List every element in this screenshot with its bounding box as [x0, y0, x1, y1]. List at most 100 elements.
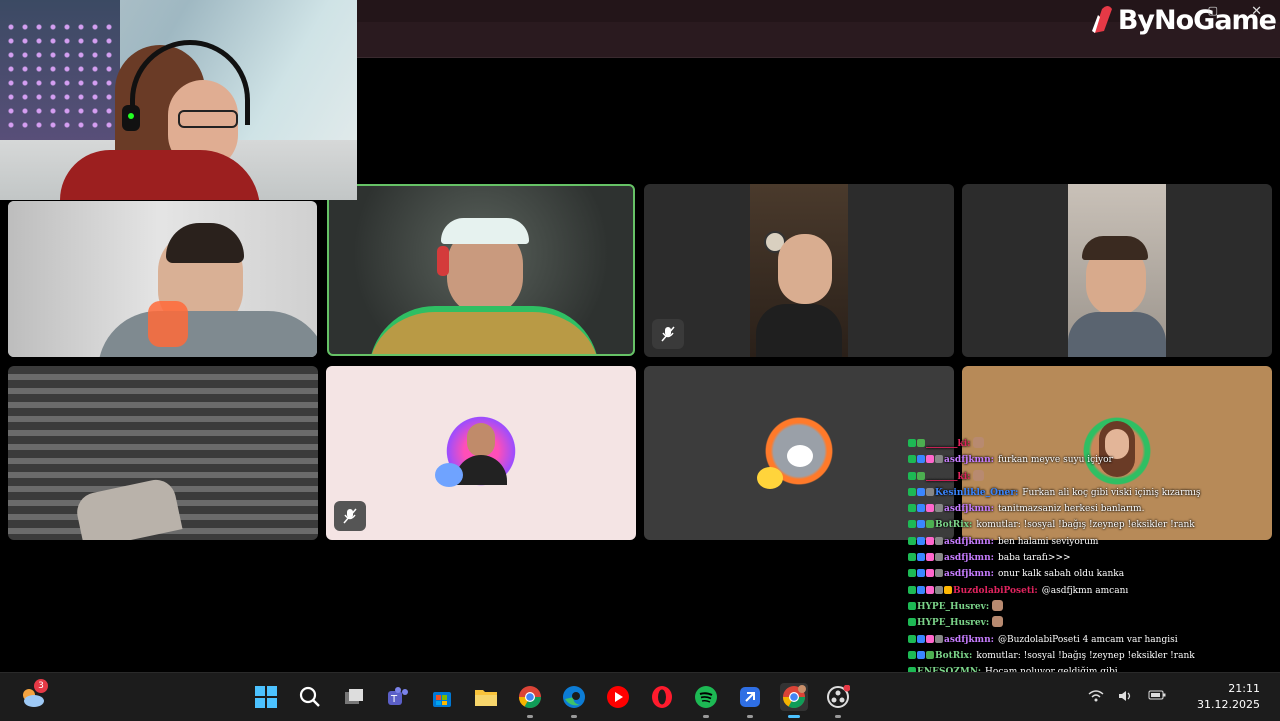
chat-badge-icon	[917, 504, 925, 513]
chat-message: asdfjkmn: ben halami seviyorum	[908, 534, 1280, 550]
video-tile-4[interactable]	[962, 184, 1272, 357]
chat-text: @BuzdolabiPoseti 4 amcam var hangisi	[997, 634, 1178, 645]
headset-earcup	[122, 105, 140, 131]
chat-username: asdfjkmn:	[944, 634, 994, 645]
chat-username: HYPE_Husrev:	[917, 601, 990, 612]
avatar-face	[467, 423, 495, 457]
clock-time: 21:11	[1228, 682, 1260, 695]
chat-badge-icon	[917, 471, 925, 480]
chat-username: asdfjkmn:	[944, 569, 994, 580]
chrome-icon[interactable]	[516, 683, 544, 711]
chat-badge-icon	[926, 487, 934, 496]
chat-badge-icon	[917, 634, 925, 643]
chat-badge-icon	[926, 585, 934, 594]
chat-emote-icon	[992, 616, 1004, 628]
participant-hair	[1082, 236, 1148, 260]
youtube-music-icon[interactable]	[604, 683, 632, 711]
hello-kitty-icon	[787, 445, 813, 467]
windows-start-icon[interactable]	[252, 683, 280, 711]
chat-badge-icon	[908, 601, 916, 610]
participant-shirt	[369, 306, 599, 354]
chat-emote-icon	[973, 469, 985, 481]
chat-badge-icon	[926, 536, 934, 545]
chat-badge-icon	[917, 520, 925, 529]
chat-badge-icon	[926, 504, 934, 513]
chat-username: HYPE_Husrev:	[917, 618, 990, 629]
obs-icon[interactable]	[824, 683, 852, 711]
chat-text: @asdfjkmn amcanı	[1041, 585, 1129, 596]
participant-hair	[166, 223, 244, 263]
chat-username: BotRix:	[935, 520, 973, 531]
chat-badge-icon	[935, 455, 943, 464]
participant-video	[750, 184, 848, 357]
video-tile-6-camera-off[interactable]	[326, 366, 636, 540]
battery-icon[interactable]	[1148, 689, 1166, 706]
system-tray	[1088, 689, 1166, 706]
opera-icon[interactable]	[648, 683, 676, 711]
chat-badge-icon	[944, 585, 952, 594]
chat-badge-icon	[926, 553, 934, 562]
participant-avatar	[435, 411, 521, 491]
running-indicator	[747, 715, 753, 718]
weather-widget-icon[interactable]: 3	[18, 679, 48, 711]
chat-badge-icon	[908, 439, 916, 447]
chat-message: asdfjkmn: furkan meyve suyu içiyor	[908, 452, 1280, 468]
running-indicator	[571, 715, 577, 718]
chat-text: onur kalk sabah oldu kanka	[997, 569, 1125, 580]
search-icon[interactable]	[296, 683, 324, 711]
bynogame-logo-icon	[1088, 5, 1114, 35]
chat-text: tanitmazsaniz herkesi banlarım.	[997, 504, 1145, 515]
chat-badge-icon	[917, 650, 925, 659]
chat-badge-icon	[935, 504, 943, 513]
participant-video	[1068, 184, 1166, 357]
chat-emote-icon	[992, 599, 1004, 611]
chat-badge-icon	[908, 471, 916, 480]
shortcut-app-icon[interactable]	[736, 683, 764, 711]
chat-message: BotRix: komutlar: !sosyal !bağış !zeynep …	[908, 648, 1280, 664]
chat-badge-icon	[917, 536, 925, 545]
chrome-profile-icon[interactable]	[780, 683, 808, 711]
chat-badge-icon	[908, 487, 916, 496]
chat-message: BotRix: komutlar: !sosyal !bağış !zeynep …	[908, 517, 1280, 533]
chat-message: asdfjkmn: onur kalk sabah oldu kanka	[908, 566, 1280, 582]
video-tile-1[interactable]	[8, 201, 317, 357]
maximize-icon[interactable]: ▢	[1208, 4, 1218, 17]
store-icon[interactable]	[428, 683, 456, 711]
headset-icon	[437, 246, 449, 276]
running-indicator	[835, 715, 841, 718]
chat-message: asdfjkmn: tanitmazsaniz herkesi banlarım.	[908, 501, 1280, 517]
chat-message: asdfjkmn: baba tarafı>>>	[908, 550, 1280, 566]
chat-message: asdfjkmn: @BuzdolabiPoseti 4 amcam var ha…	[908, 632, 1280, 648]
chat-message: HYPE_Husrev:	[908, 599, 1280, 615]
task-view-icon[interactable]	[340, 683, 368, 711]
taskbar-clock[interactable]: 21:11 31.12.2025	[1197, 681, 1260, 713]
taskbar: 3 T 21:11 31.12.2025	[0, 672, 1280, 721]
wifi-icon[interactable]	[1088, 689, 1104, 706]
video-tile-2-active-speaker[interactable]	[327, 184, 635, 356]
participant-cup	[148, 301, 188, 347]
file-explorer-icon[interactable]	[472, 683, 500, 711]
spotify-icon[interactable]	[692, 683, 720, 711]
chat-username: BotRix:	[935, 650, 973, 661]
chat-badge-icon	[926, 569, 934, 578]
chat-badge-icon	[908, 536, 916, 545]
chat-badge-icon	[908, 650, 916, 659]
edge-icon[interactable]	[560, 683, 588, 711]
chat-message: BuzdolabiPoseti: @asdfjkmn amcanı	[908, 583, 1280, 599]
video-tile-3[interactable]	[644, 184, 954, 357]
running-indicator	[703, 715, 709, 718]
chat-badge-icon	[908, 504, 916, 513]
avatar-shirt	[455, 455, 507, 485]
active-app-indicator	[788, 715, 800, 718]
close-icon[interactable]: ✕	[1251, 4, 1262, 19]
volume-icon[interactable]	[1118, 689, 1134, 706]
teams-icon[interactable]: T	[384, 683, 412, 711]
chat-badge-icon	[908, 569, 916, 578]
chat-badge-icon	[917, 455, 925, 464]
chat-emote-icon	[973, 437, 985, 448]
chat-badge-icon	[926, 520, 934, 529]
video-tile-5[interactable]	[8, 366, 318, 540]
chat-username: Kesinlikle_Oner:	[935, 487, 1019, 498]
participant-shirt	[98, 311, 317, 357]
chat-message: HYPE_Husrev:	[908, 615, 1280, 631]
